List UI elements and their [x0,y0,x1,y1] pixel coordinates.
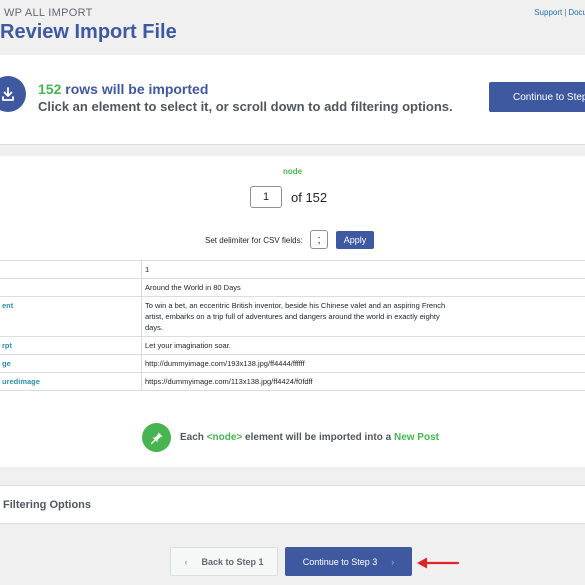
chevron-right-icon: › [391,556,395,567]
red-arrow-icon [417,557,460,569]
table-row[interactable]: rpt Let your imagination soar. [0,336,585,355]
continue-to-step-3-button[interactable]: Continue to Step 3 › [285,547,412,576]
field-key [0,260,142,279]
note-target: New Post [393,432,439,443]
field-value: To win a bet, an eccentric British inven… [141,296,585,337]
filtering-options-panel[interactable]: Filtering Options [0,485,585,524]
documentation-link[interactable]: Docu [568,8,585,17]
support-link[interactable]: Support [534,8,562,17]
table-row[interactable]: uredimage https://dummyimage.com/113x138… [0,372,585,391]
delimiter-input[interactable]: ; [310,230,328,249]
field-key [0,278,142,297]
note-middle: element will be imported into a [242,432,394,443]
field-value: 1 [141,260,585,279]
field-value: http://dummyimage.com/193x138.jpg/ff4444… [141,354,585,373]
note-prefix: Each [180,432,207,443]
top-links: Support | Docu [534,8,585,17]
continue-step-button-top[interactable]: Continue to Step [489,82,585,112]
field-key: ge [0,354,142,373]
brand-name: WP ALL IMPORT [4,7,93,19]
upload-icon [0,76,26,112]
record-table: 1 Around the World in 80 Days ent To win… [0,260,585,391]
next-button-label: Continue to Step 3 [302,556,378,567]
import-note: Each <node> element will be imported int… [180,432,439,443]
field-key: uredimage [0,372,142,391]
note-node-tag: <node> [206,432,243,443]
page-header: WP ALL IMPORT Review Import File Support… [0,0,585,52]
field-key: rpt [0,336,142,355]
apply-button[interactable]: Apply [336,231,374,249]
field-value-text: To win a bet, an eccentric British inven… [145,301,446,332]
table-row[interactable]: ent To win a bet, an eccentric British i… [0,296,585,337]
rows-count-text: 152 rows will be imported [38,81,208,97]
rows-count: 152 [38,81,62,97]
node-label: node [282,167,303,176]
page-title: Review Import File [0,21,177,43]
back-button-label: Back to Step 1 [201,556,264,567]
instruction-text: Click an element to select it, or scroll… [38,99,453,114]
field-key: ent [0,296,142,337]
chevron-left-icon: ‹ [184,556,188,567]
table-row[interactable]: Around the World in 80 Days [0,278,585,297]
table-row[interactable]: ge http://dummyimage.com/193x138.jpg/ff4… [0,354,585,373]
record-total: of 152 [291,190,328,205]
field-value: https://dummyimage.com/113x138.jpg/ff442… [141,372,585,391]
field-value: Around the World in 80 Days [141,278,585,297]
record-number-input[interactable]: 1 [250,186,282,208]
link-separator: | [564,8,567,17]
table-row[interactable]: 1 [0,260,585,279]
field-value: Let your imagination soar. [141,336,585,355]
filtering-options-title: Filtering Options [3,499,91,511]
rows-suffix: rows will be imported [61,81,209,97]
pin-icon [142,423,171,452]
back-to-step-1-button[interactable]: ‹ Back to Step 1 [170,547,278,576]
delimiter-label: Set delimiter for CSV fields: [205,236,303,245]
